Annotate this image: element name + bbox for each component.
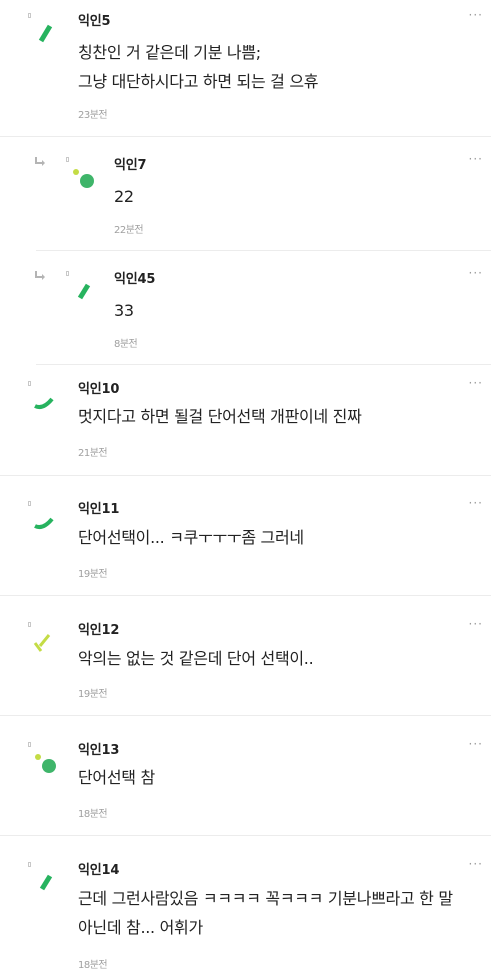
- avatar: [66, 270, 96, 304]
- comment-author[interactable]: 익인45: [114, 268, 155, 287]
- avatar: [28, 861, 58, 895]
- green-dash-icon: [66, 271, 91, 300]
- avatar: [28, 621, 58, 655]
- comment-author[interactable]: 익인5: [78, 10, 111, 29]
- green-dots-icon: [28, 742, 56, 773]
- comment-author[interactable]: 익인11: [78, 498, 119, 517]
- reply-arrow-icon: [35, 271, 45, 280]
- comment-time: 8분전: [114, 339, 138, 350]
- green-curve-icon: [28, 381, 54, 410]
- avatar: [28, 12, 58, 46]
- comment-author[interactable]: 익인10: [78, 378, 119, 397]
- comment-text: 악의는 없는 것 같은데 단어 선택이..: [78, 649, 314, 668]
- more-options-icon[interactable]: ···: [469, 266, 483, 280]
- comment-author[interactable]: 익인14: [78, 859, 119, 878]
- more-options-icon[interactable]: ···: [469, 857, 483, 871]
- comment-text: 단어선택이... ㅋ쿠ㅜㅜㅜ좀 그러네: [78, 528, 304, 547]
- comment-text: 33: [114, 301, 134, 320]
- comment-time: 19분전: [78, 689, 108, 700]
- comment-time: 22분전: [114, 225, 144, 236]
- more-options-icon[interactable]: ···: [469, 8, 483, 22]
- more-options-icon[interactable]: ···: [469, 152, 483, 166]
- comment-time: 23분전: [78, 110, 108, 121]
- comment-item: 익인11 ··· 단어선택이... ㅋ쿠ㅜㅜㅜ좀 그러네 19분전: [0, 496, 491, 596]
- avatar: [66, 156, 96, 190]
- comment-list: 익인5 ··· 칭찬인 거 같은데 기분 나쁨; 그냥 대단하시다고 하면 되는…: [0, 0, 491, 972]
- comment-time: 18분전: [78, 809, 108, 820]
- green-dash-icon: [28, 862, 53, 891]
- comment-item: 익인14 ··· 근데 그런사람있음 ㅋㅋㅋㅋ 꼭ㅋㅋㅋ 기분나쁘라고 한 말 …: [0, 857, 491, 972]
- comment-author[interactable]: 익인12: [78, 619, 119, 638]
- comment-text: 멋지다고 하면 될걸 단어선택 개판이네 진짜: [78, 407, 362, 426]
- green-dash-icon: [28, 13, 53, 43]
- reply-item: 익인45 ··· 33 8분전: [35, 266, 491, 365]
- more-options-icon[interactable]: ···: [469, 376, 483, 390]
- avatar: [28, 380, 58, 414]
- comment-text: 근데 그런사람있음 ㅋㅋㅋㅋ 꼭ㅋㅋㅋ 기분나쁘라고 한 말 아닌데 참... …: [78, 889, 453, 937]
- comment-text: 단어선택 참: [78, 768, 155, 787]
- avatar: [28, 741, 58, 775]
- comment-text: 22: [114, 187, 134, 206]
- comment-item: 익인10 ··· 멋지다고 하면 될걸 단어선택 개판이네 진짜 21분전: [0, 376, 491, 476]
- comment-item: 익인12 ··· 악의는 없는 것 같은데 단어 선택이.. 19분전: [0, 617, 491, 716]
- comment-author[interactable]: 익인7: [114, 154, 147, 173]
- comment-item: 익인13 ··· 단어선택 참 18분전: [0, 737, 491, 836]
- comment-item: 익인5 ··· 칭찬인 거 같은데 기분 나쁨; 그냥 대단하시다고 하면 되는…: [0, 8, 491, 137]
- comment-time: 18분전: [78, 960, 108, 971]
- comment-time: 19분전: [78, 569, 108, 580]
- green-dots-icon: [66, 157, 94, 188]
- avatar: [28, 500, 58, 534]
- more-options-icon[interactable]: ···: [469, 617, 483, 631]
- reply-item: 익인7 ··· 22 22분전: [35, 152, 491, 251]
- comment-text: 칭찬인 거 같은데 기분 나쁨; 그냥 대단하시다고 하면 되는 걸 으휴: [78, 43, 319, 91]
- comment-time: 21분전: [78, 448, 108, 459]
- comment-author[interactable]: 익인13: [78, 739, 119, 758]
- green-curve-icon: [28, 501, 54, 530]
- lime-strokes-icon: [28, 622, 51, 652]
- reply-arrow-icon: [35, 157, 45, 166]
- more-options-icon[interactable]: ···: [469, 496, 483, 510]
- more-options-icon[interactable]: ···: [469, 737, 483, 751]
